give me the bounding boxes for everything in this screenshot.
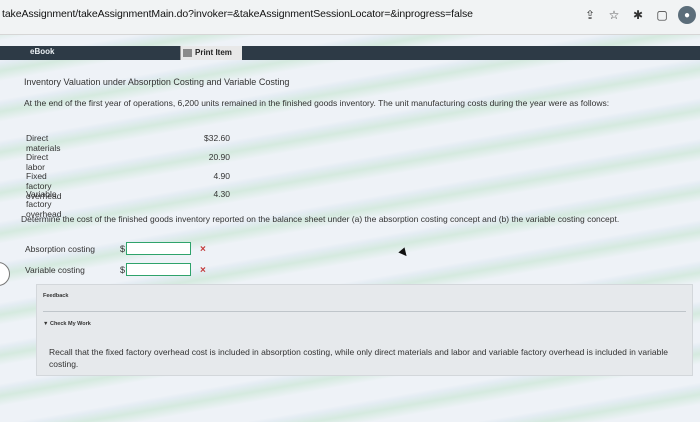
print-item-label: Print Item bbox=[195, 48, 232, 57]
feedback-title: Feedback bbox=[43, 293, 69, 299]
print-item-button[interactable]: Print Item bbox=[180, 46, 242, 60]
feedback-panel: Feedback ▼ Check My Work Recall that the… bbox=[36, 284, 693, 376]
browser-toolbar-icons: ⇪ ☆ ✱ ▢ ● bbox=[582, 6, 696, 24]
browser-address-bar: takeAssignment/takeAssignmentMain.do?inv… bbox=[0, 0, 700, 35]
profile-icon[interactable]: ● bbox=[678, 6, 696, 24]
check-my-work-toggle[interactable]: ▼ Check My Work bbox=[43, 321, 91, 327]
incorrect-icon: × bbox=[200, 265, 206, 276]
url-text[interactable]: takeAssignment/takeAssignmentMain.do?inv… bbox=[2, 8, 473, 20]
answer-label: Variable costing bbox=[25, 265, 85, 275]
currency-symbol: $ bbox=[120, 244, 126, 254]
cost-label: Direct labor bbox=[26, 152, 49, 172]
mouse-cursor-icon bbox=[398, 247, 410, 259]
feedback-divider bbox=[43, 311, 686, 312]
feedback-text: Recall that the fixed factory overhead c… bbox=[49, 347, 668, 369]
cost-value: 4.90 bbox=[213, 171, 230, 181]
extensions-icon[interactable]: ✱ bbox=[630, 7, 646, 23]
cost-label: Direct materials bbox=[26, 133, 61, 153]
share-icon[interactable]: ⇪ bbox=[582, 7, 598, 23]
incorrect-icon: × bbox=[200, 244, 206, 255]
answer-label: Absorption costing bbox=[25, 244, 95, 254]
problem-intro: At the end of the first year of operatio… bbox=[24, 98, 610, 108]
problem-title: Inventory Valuation under Absorption Cos… bbox=[24, 77, 290, 87]
star-icon[interactable]: ☆ bbox=[606, 7, 622, 23]
cost-value: 4.30 bbox=[213, 189, 230, 199]
tab-ebook[interactable]: eBook bbox=[30, 47, 54, 56]
absorption-costing-input[interactable] bbox=[126, 242, 191, 255]
content-tab-bar: eBook Print Item bbox=[0, 46, 700, 60]
problem-question: Determine the cost of the finished goods… bbox=[21, 214, 620, 224]
window-icon[interactable]: ▢ bbox=[654, 7, 670, 23]
printer-icon bbox=[183, 49, 192, 57]
cost-value: $32.60 bbox=[204, 133, 230, 143]
currency-symbol: $ bbox=[120, 265, 126, 275]
cost-value: 20.90 bbox=[208, 152, 230, 162]
previous-arrow-icon[interactable]: ‹ bbox=[0, 262, 10, 286]
variable-costing-input[interactable] bbox=[126, 263, 191, 276]
